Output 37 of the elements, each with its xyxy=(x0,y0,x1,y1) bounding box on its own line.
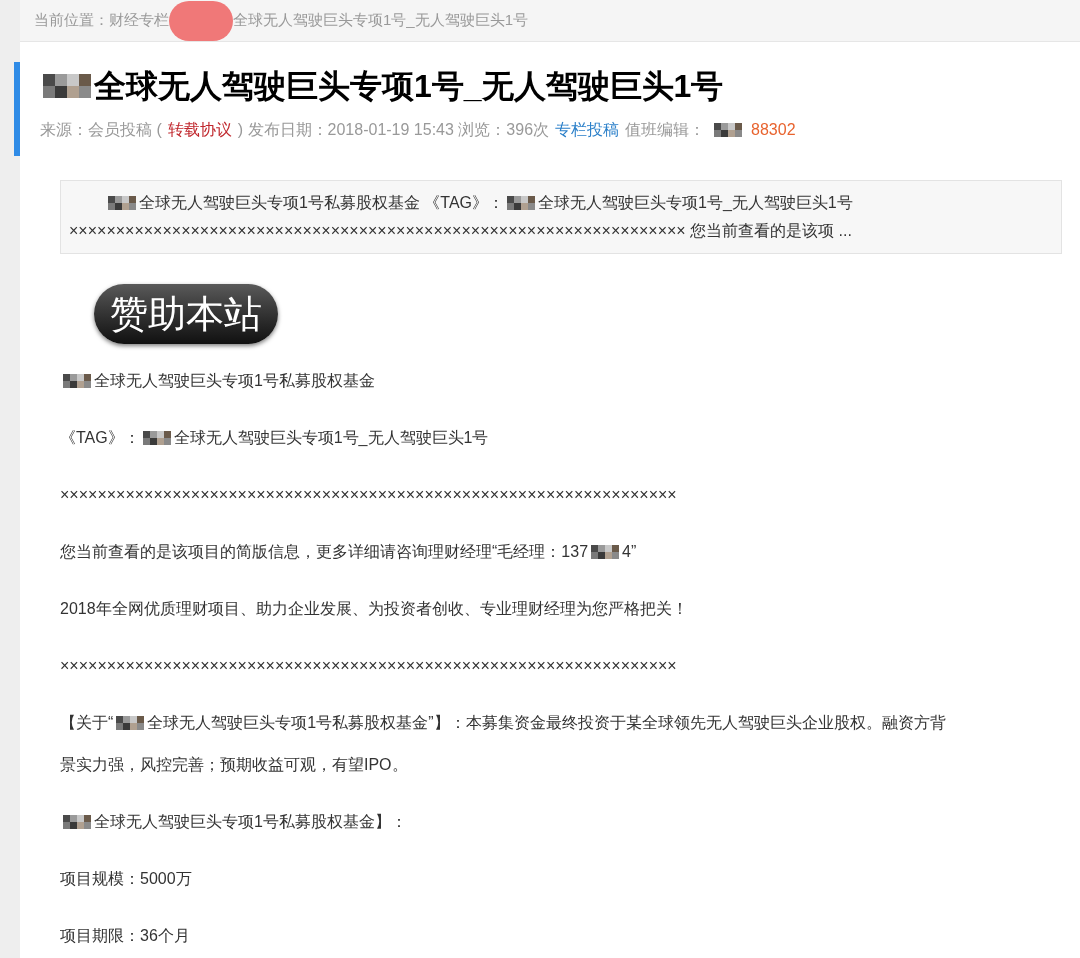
breadcrumb-text: 当前位置：财经专栏 xyxy=(34,10,169,31)
pixelated-mark xyxy=(63,374,91,388)
body-text: 全球无人驾驶巨头专项1号_无人驾驶巨头1号 xyxy=(173,428,489,448)
article-title: 全球无人驾驶巨头专项1号_无人驾驶巨头1号 xyxy=(94,67,724,106)
body-text: 全球无人驾驶巨头专项1号私募股权基金”】：本募集资金最终投资于某全球领先无人驾驶巨头企业股权。融资方背 xyxy=(147,713,946,733)
pixelated-mark xyxy=(116,716,145,730)
body-text: ×××××××××××××××××××××××××××××××××××××××××××××××××××××××××××××××××× xyxy=(60,485,677,505)
pixelated-mark xyxy=(714,123,743,137)
body-text: ×××××××××××××××××××××××××××××××××××××××××××××××××××××××××××××××××× xyxy=(60,656,677,676)
summary-text: ×××××××××××××××××××××××××××××××××××××××××××××××××××××××××××××××××× 您当前查看的是该项 ... xyxy=(69,221,852,241)
pixelated-mark xyxy=(591,545,620,559)
body-text: 项目期限：36个月 xyxy=(60,926,190,946)
summary-text: 全球无人驾驶巨头专项1号私募股权基金 《TAG》： xyxy=(139,193,505,213)
meta-text: 值班编辑： xyxy=(625,120,706,140)
body-text: 4” xyxy=(622,542,637,562)
pixelated-mark xyxy=(108,196,136,210)
breadcrumb-text: 全球无人驾驶巨头专项1号_无人驾驶巨头1号 xyxy=(233,10,529,31)
meta-text: ) 发布日期：2018-01-19 15:43 浏览：396次 xyxy=(237,120,550,140)
body-text: 【关于“ xyxy=(60,713,114,733)
meta-text: 来源：会员投稿 ( xyxy=(40,120,162,140)
body-text: 项目规模：5000万 xyxy=(60,869,192,889)
body-text: 景实力强，风控完善；预期收益可观，有望IPO。 xyxy=(60,755,408,775)
body-text: 全球无人驾驶巨头专项1号私募股权基金】： xyxy=(94,812,407,832)
sponsor-button[interactable]: 赞助本站 xyxy=(94,284,278,344)
pixelated-mark xyxy=(507,196,536,210)
body-text: 全球无人驾驶巨头专项1号私募股权基金 xyxy=(94,371,375,391)
body-text: 2018年全网优质理财项目、助力企业发展、为投资者创收、专业理财经理为您严格把关！ xyxy=(60,599,688,619)
summary-text: 全球无人驾驶巨头专项1号_无人驾驶巨头1号 xyxy=(538,193,853,213)
body-text: 《TAG》： xyxy=(60,428,140,448)
meta-text: 转载协议 xyxy=(167,120,232,140)
meta-text: 88302 xyxy=(751,120,796,140)
body-text: 您当前查看的是该项目的简版信息，更多详细请咨询理财经理“毛经理：137 xyxy=(60,542,589,562)
pixelated-mark xyxy=(142,431,171,445)
blot-mark xyxy=(169,0,233,41)
meta-text: 专栏投稿 xyxy=(555,120,620,140)
pixelated-mark xyxy=(63,815,91,829)
pixelated-mark xyxy=(43,74,91,98)
